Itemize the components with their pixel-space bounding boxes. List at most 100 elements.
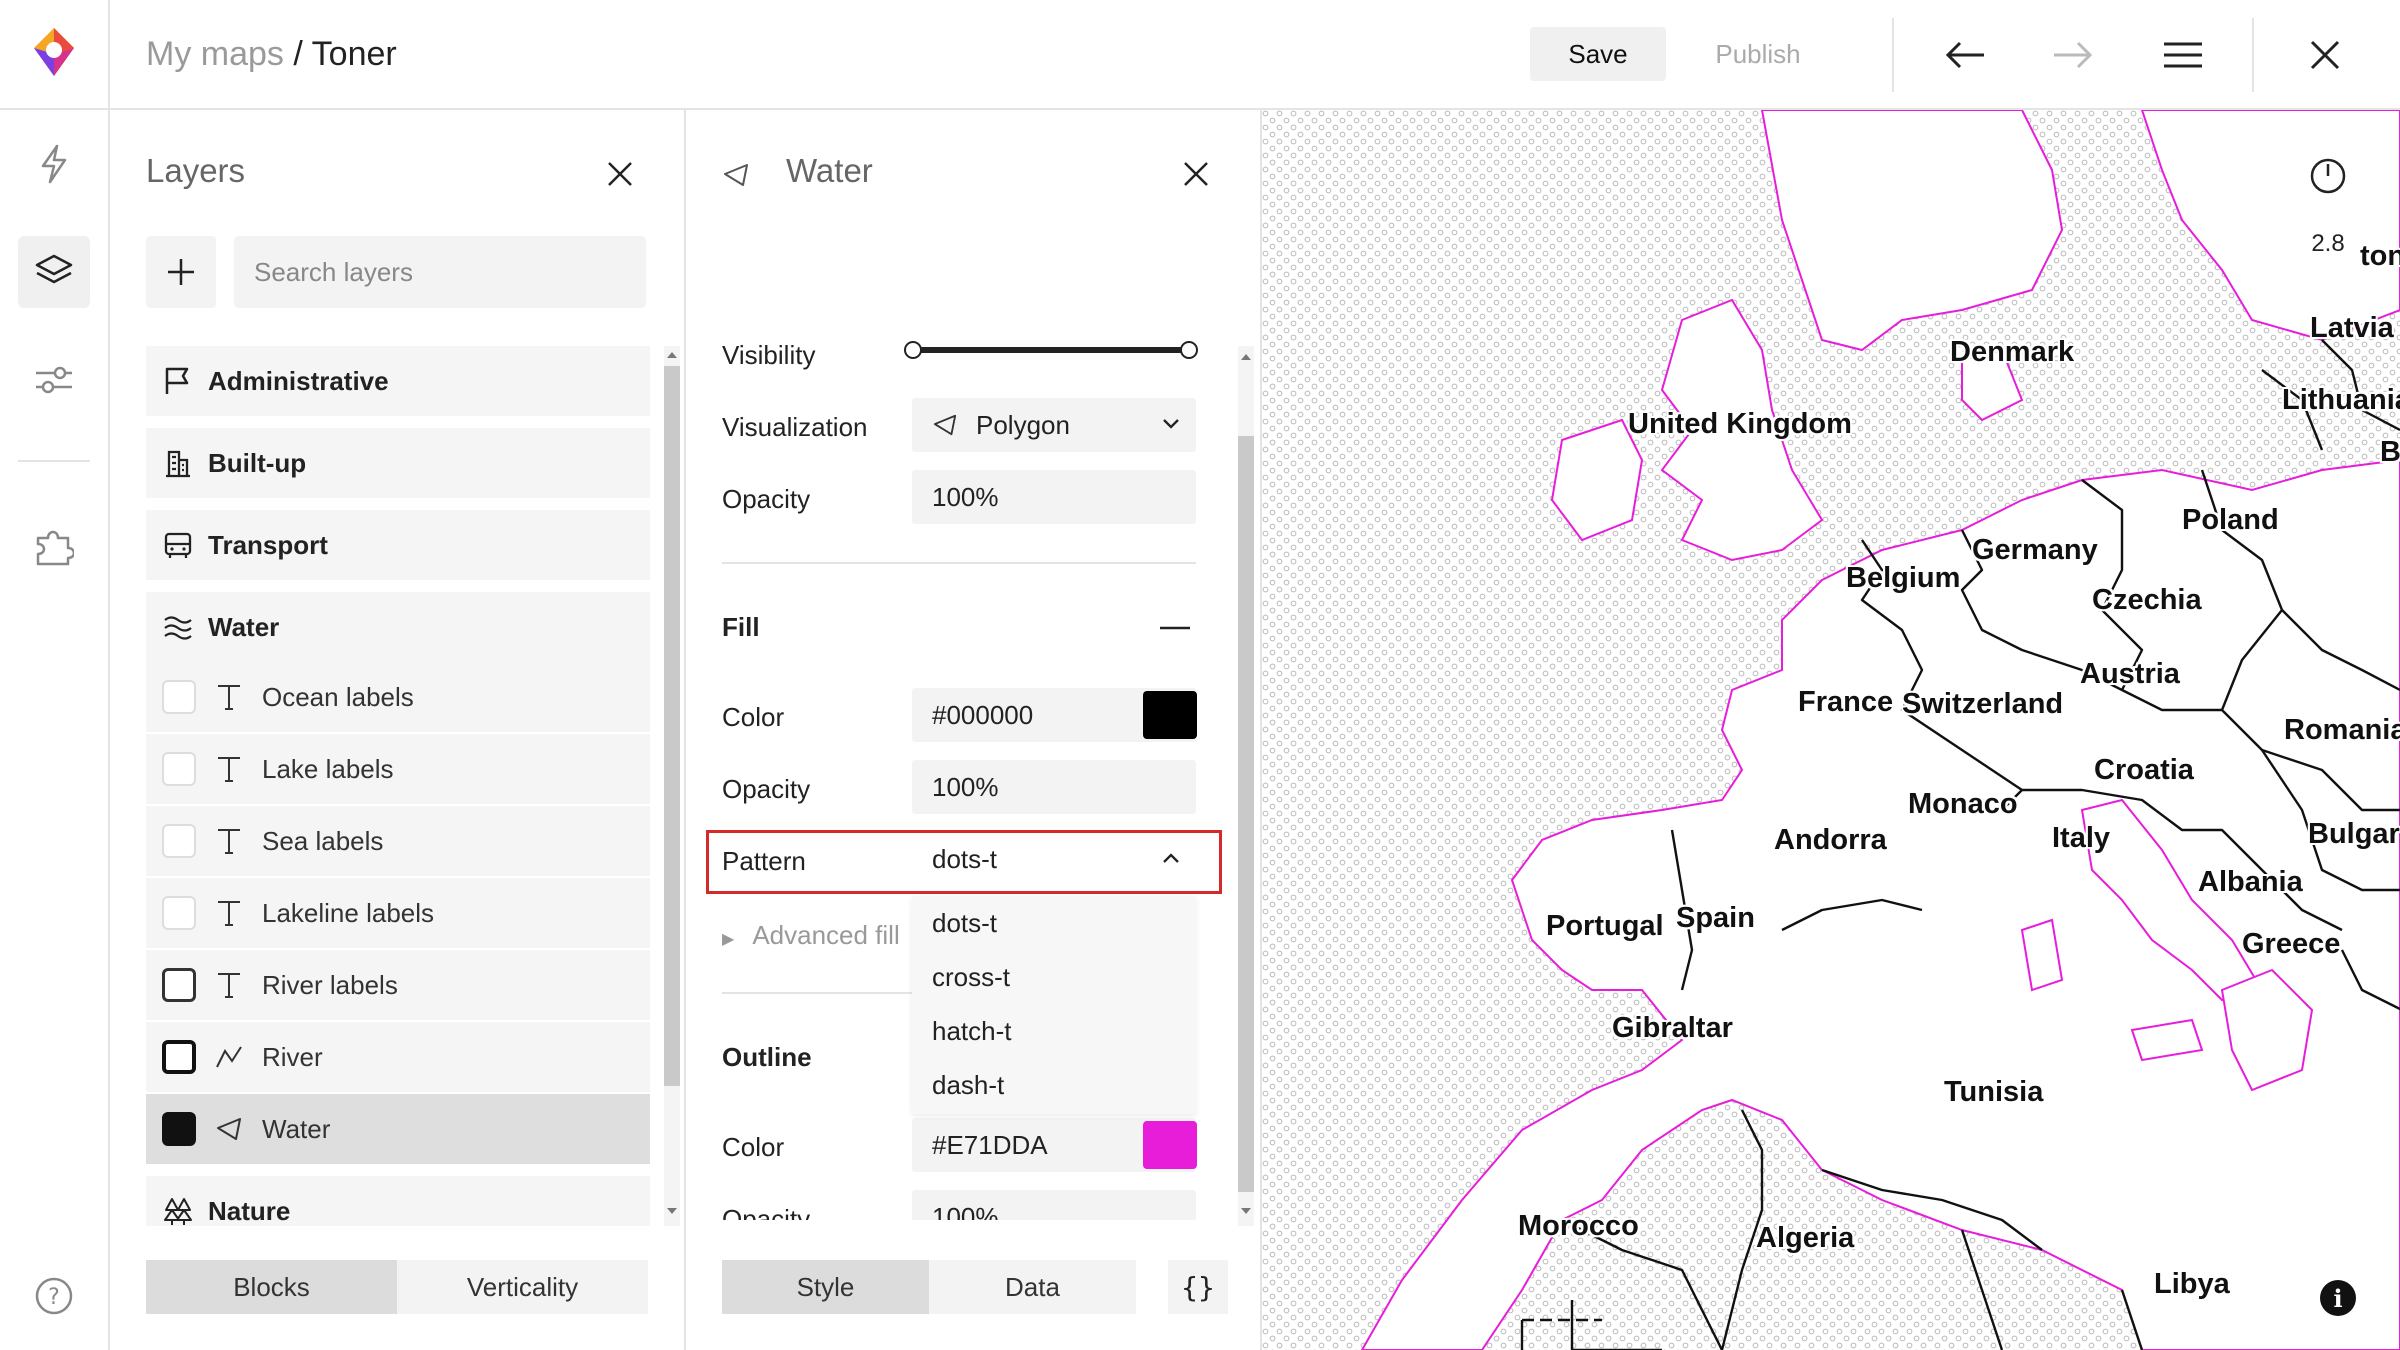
properties-title: Water: [786, 152, 873, 189]
layer-checkbox[interactable]: [162, 680, 196, 714]
tab-data[interactable]: Data: [929, 1260, 1136, 1314]
advanced-fill-label: Advanced fill: [752, 920, 900, 950]
layer-group-builtup[interactable]: Built-up: [146, 428, 650, 498]
breadcrumb-root[interactable]: My maps: [146, 35, 284, 73]
publish-button[interactable]: Publish: [1690, 27, 1826, 81]
text-icon: [214, 898, 244, 928]
layer-checkbox[interactable]: [162, 824, 196, 858]
opacity-label: Opacity: [722, 484, 811, 514]
pattern-option-dash[interactable]: dash-t: [912, 1058, 1196, 1112]
visibility-max-handle[interactable]: [1180, 341, 1198, 359]
chevron-up-icon: [1163, 853, 1179, 863]
fill-section-title: Fill: [722, 612, 760, 642]
layer-checkbox[interactable]: [162, 1112, 196, 1146]
layers-scrollbar-thumb[interactable]: [664, 366, 680, 1086]
building-icon: [162, 447, 194, 479]
scroll-up-icon[interactable]: [1240, 352, 1252, 362]
map-canvas[interactable]: Denmark Latvia Lithuania United Kingdom …: [1262, 110, 2400, 1350]
layer-item-label: Ocean labels: [262, 681, 414, 712]
layer-item-label: Lakeline labels: [262, 897, 435, 928]
scroll-down-icon[interactable]: [666, 1206, 678, 1216]
map-geometry: [1262, 110, 2400, 1350]
map-label-lithuania: Lithuania: [2282, 384, 2400, 416]
undo-arrow-icon[interactable]: [1940, 30, 1990, 80]
header-divider: [1892, 18, 1894, 92]
pattern-option-hatch[interactable]: hatch-t: [912, 1004, 1196, 1058]
layer-item-label: Water: [262, 1113, 331, 1144]
fill-color-swatch[interactable]: [1143, 691, 1197, 739]
visibility-min-handle[interactable]: [904, 341, 922, 359]
code-editor-button[interactable]: {}: [1168, 1260, 1228, 1314]
layer-item-river-labels[interactable]: River labels: [146, 950, 650, 1020]
info-icon[interactable]: i: [2320, 1280, 2356, 1316]
pattern-label: Pattern: [722, 846, 806, 876]
properties-scrollbar-thumb[interactable]: [1238, 436, 1254, 1192]
breadcrumb: My maps / Toner: [146, 30, 397, 78]
map-label-monaco: Monaco: [1908, 788, 2018, 820]
layer-group-water[interactable]: Water: [146, 592, 650, 662]
collapse-minus-icon[interactable]: [1160, 626, 1190, 630]
scroll-up-icon[interactable]: [666, 350, 678, 360]
outline-section-title: Outline: [722, 1042, 812, 1072]
map-label-croatia: Croatia: [2094, 754, 2194, 786]
left-rail: ?: [0, 110, 110, 1350]
redo-arrow-icon[interactable]: [2048, 30, 2098, 80]
layers-icon[interactable]: [18, 236, 90, 308]
bolt-icon[interactable]: [18, 128, 90, 200]
visibility-slider[interactable]: [912, 347, 1188, 353]
fill-opacity-input[interactable]: 100%: [912, 760, 1196, 814]
layer-item-water[interactable]: Water: [146, 1094, 650, 1164]
layers-view-toggle: Blocks Verticality: [146, 1260, 648, 1314]
help-icon[interactable]: ?: [18, 1260, 90, 1332]
close-layers-icon[interactable]: [600, 154, 640, 194]
line-icon: [214, 1042, 244, 1072]
layer-group-nature[interactable]: Nature: [146, 1176, 650, 1226]
pattern-option-dots[interactable]: dots-t: [912, 896, 1196, 950]
properties-content: Visibility Visualization Polygon Opacity…: [686, 220, 1246, 1220]
layer-item-lake-labels[interactable]: Lake labels: [146, 734, 650, 804]
close-icon[interactable]: [2300, 30, 2350, 80]
close-properties-icon[interactable]: [1176, 154, 1216, 194]
outline-color-label: Color: [722, 1132, 785, 1162]
logo-divider: [108, 0, 110, 110]
tab-verticality[interactable]: Verticality: [397, 1260, 648, 1314]
opacity-input[interactable]: 100%: [912, 470, 1196, 524]
outline-opacity-input[interactable]: 100%: [912, 1190, 1196, 1220]
outline-color-swatch[interactable]: [1143, 1121, 1197, 1169]
layer-checkbox[interactable]: [162, 752, 196, 786]
layer-item-lakeline-labels[interactable]: Lakeline labels: [146, 878, 650, 948]
layer-group-administrative[interactable]: Administrative: [146, 346, 650, 416]
bus-icon: [162, 529, 194, 561]
advanced-fill-toggle[interactable]: ▶ Advanced fill: [722, 920, 900, 951]
map-label-gibraltar: Gibraltar: [1612, 1012, 1733, 1044]
pattern-option-cross[interactable]: cross-t: [912, 950, 1196, 1004]
map-label-portugal: Portugal: [1546, 910, 1664, 942]
layer-group-transport[interactable]: Transport: [146, 510, 650, 580]
layer-item-river[interactable]: River: [146, 1022, 650, 1092]
flag-icon: [162, 365, 194, 397]
text-icon: [214, 754, 244, 784]
scroll-down-icon[interactable]: [1240, 1206, 1252, 1216]
layer-group-label: Nature: [208, 1195, 291, 1226]
map-label-france: France: [1798, 686, 1894, 718]
search-layers-input[interactable]: [234, 236, 646, 308]
layer-checkbox[interactable]: [162, 968, 196, 1002]
save-button[interactable]: Save: [1530, 27, 1666, 81]
layer-item-ocean-labels[interactable]: Ocean labels: [146, 662, 650, 732]
tab-style[interactable]: Style: [722, 1260, 929, 1314]
menu-icon[interactable]: [2158, 30, 2208, 80]
app-logo-icon[interactable]: [30, 26, 78, 82]
trees-icon: [162, 1195, 194, 1226]
layer-checkbox[interactable]: [162, 1040, 196, 1074]
layer-checkbox[interactable]: [162, 896, 196, 930]
visualization-select[interactable]: Polygon: [912, 398, 1196, 452]
caret-right-icon: ▶: [722, 931, 735, 948]
compass-icon[interactable]: [2308, 156, 2348, 196]
pattern-select[interactable]: dots-t: [912, 832, 1196, 886]
add-layer-button[interactable]: [146, 236, 216, 308]
puzzle-icon[interactable]: [18, 510, 90, 582]
map-label-united-kingdom: United Kingdom: [1628, 408, 1852, 440]
layer-item-sea-labels[interactable]: Sea labels: [146, 806, 650, 876]
sliders-icon[interactable]: [18, 344, 90, 416]
tab-blocks[interactable]: Blocks: [146, 1260, 397, 1314]
